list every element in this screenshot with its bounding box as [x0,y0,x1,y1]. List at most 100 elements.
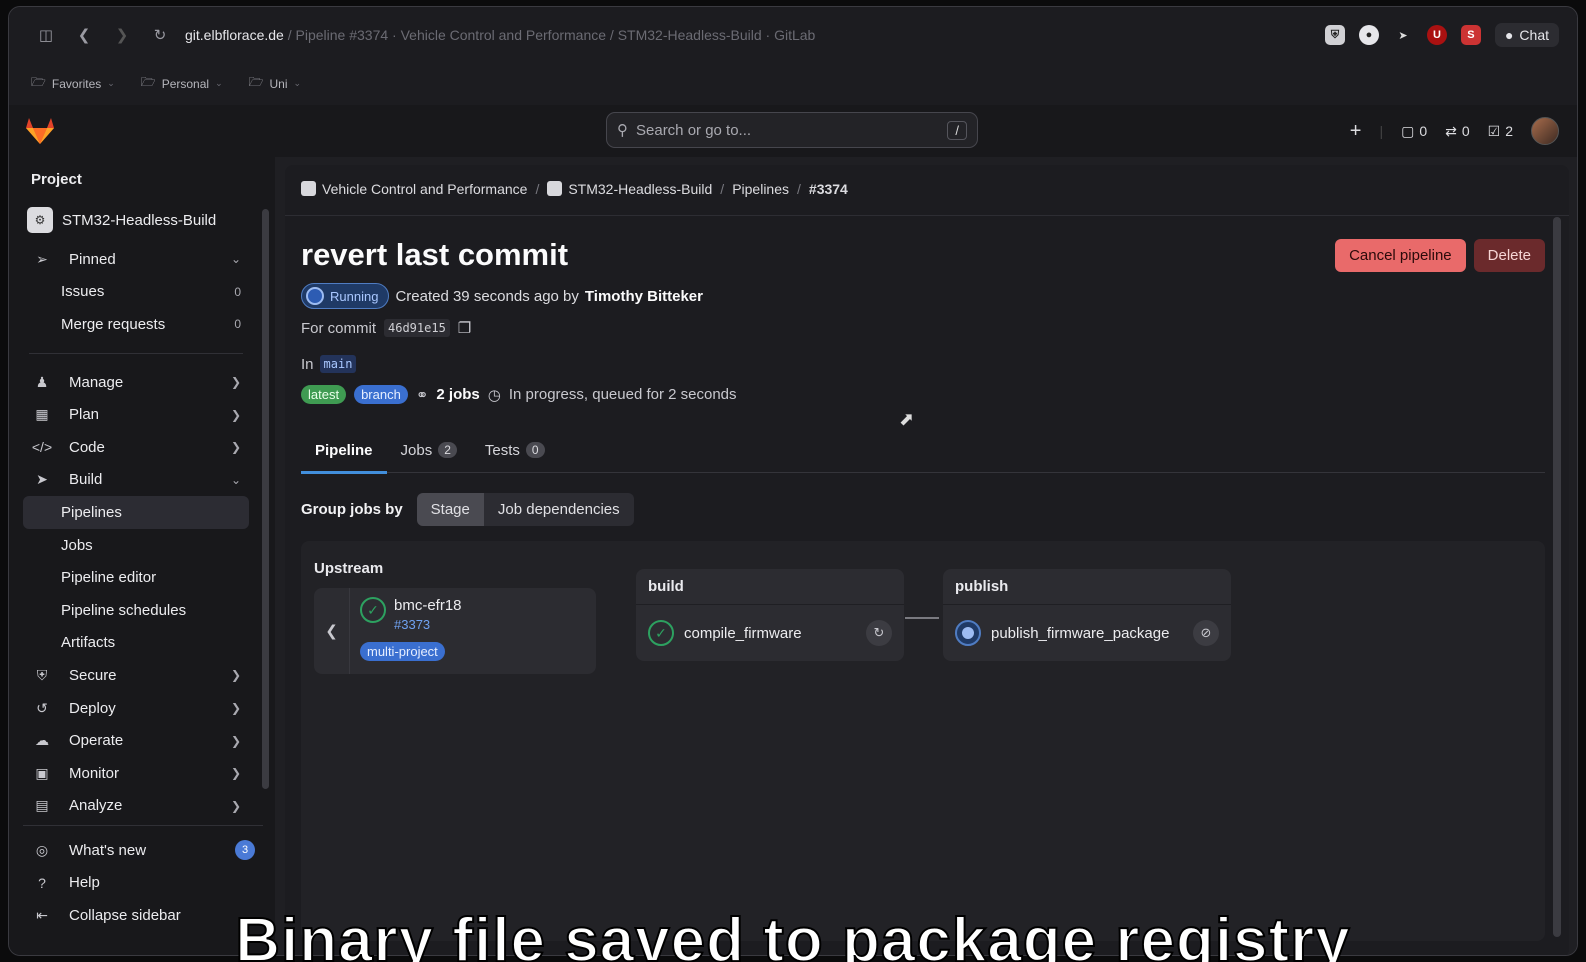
commit-sha[interactable]: 46d91e15 [384,319,450,337]
breadcrumb-pipelines[interactable]: Pipelines [732,181,789,197]
breadcrumb-project[interactable]: STM32-Headless-Build [547,181,712,197]
sidebar-toggle-icon[interactable]: ◫ [27,26,65,44]
breadcrumb-separator: / [535,181,540,197]
s-extension-icon[interactable]: S [1460,25,1481,45]
stage-option[interactable]: Stage [416,493,484,526]
stage-build: build ✓ compile_firmware ↻ [636,569,904,661]
copy-icon[interactable]: ❐ [458,319,471,337]
search-input[interactable]: ⚲ Search or go to... / [606,112,978,148]
sidebar-item-help[interactable]: ? Help [23,867,263,900]
group-avatar-icon [301,181,316,196]
main-scrollbar[interactable] [1553,217,1561,937]
plus-icon[interactable]: + [1350,120,1362,143]
back-icon[interactable]: ❮ [65,26,103,44]
sidebar-item-pipelines[interactable]: Pipelines [23,496,249,529]
bookmark-favorites[interactable]: 🗁 Favorites ⌄ [31,73,115,94]
sidebar-item-code[interactable]: </> Code ❯ [23,431,249,464]
tab-tests[interactable]: Tests 0 [471,427,559,473]
clock-icon: ◷ [487,386,501,404]
rocket-extension-icon[interactable]: ➤ [1393,25,1413,45]
bookmark-personal[interactable]: 🗁 Personal ⌄ [141,73,223,94]
cancel-pipeline-button[interactable]: Cancel pipeline [1335,239,1466,272]
upstream-pipeline-card[interactable]: ❮ ✓ bmc-efr18 #3373 multi-project [314,588,596,674]
circle-extension-icon[interactable]: ● [1358,25,1379,45]
issues-counter[interactable]: ▢ 0 [1401,123,1427,140]
sidebar-item-manage[interactable]: ♟ Manage ❯ [23,366,249,399]
chat-button[interactable]: ● Chat [1494,23,1559,47]
sidebar-item-analyze[interactable]: ▤ Analyze ❯ [23,790,249,823]
chevron-down-icon: ⌄ [230,252,241,267]
merge-requests-counter[interactable]: ⇄ 0 [1445,123,1470,140]
branch-ref[interactable]: main [319,355,357,373]
chat-label: Chat [1519,27,1549,43]
gitlab-logo-icon[interactable] [25,117,55,145]
tab-jobs[interactable]: Jobs 2 [387,427,471,473]
author-link[interactable]: Timothy Bitteker [585,288,703,305]
sidebar-item-monitor[interactable]: ▣ Monitor ❯ [23,757,249,790]
retry-icon[interactable]: ↻ [866,620,892,646]
sidebar-item-label: Secure [69,666,117,684]
delete-button[interactable]: Delete [1473,239,1545,272]
commit-label: For commit [301,319,376,337]
commit-info: For commit 46d91e15 ❐ [301,319,471,337]
main-content: Vehicle Control and Performance / STM32-… [275,157,1577,955]
breadcrumb-separator: / [720,181,725,197]
sidebar-item-label: Pinned [69,250,116,268]
sidebar-scrollbar[interactable] [262,209,269,789]
ublock-extension-icon[interactable]: U [1426,25,1447,45]
breadcrumb-group[interactable]: Vehicle Control and Performance [301,181,527,197]
branch-info: In main [301,355,357,373]
sidebar-item-plan[interactable]: ▦ Plan ❯ [23,398,249,431]
compass-icon: ◎ [35,841,49,858]
sidebar-item-artifacts[interactable]: Artifacts [23,627,249,660]
sidebar-item-label: Deploy [69,699,116,717]
forward-icon[interactable]: ❯ [103,26,141,44]
todo-count: 2 [1505,123,1513,139]
breadcrumb-label: STM32-Headless-Build [568,181,713,197]
breadcrumb: Vehicle Control and Performance / STM32-… [301,181,848,197]
address-bar[interactable]: git.elbflorace.de / Pipeline #3374 · Veh… [185,27,815,43]
created-text: Created 39 seconds ago by [395,287,579,305]
todos-counter[interactable]: ☑ 2 [1488,123,1513,140]
bitwarden-extension-icon[interactable]: ⛨ [1324,25,1345,45]
multi-project-badge: multi-project [360,642,445,661]
whats-new-badge: 3 [235,840,255,861]
tab-pipeline[interactable]: Pipeline [301,427,387,474]
calendar-icon: ▦ [35,406,49,423]
upstream-pipeline-id[interactable]: #3373 [394,617,430,632]
shield-icon: ⛨ [36,666,48,683]
sidebar-item-pipeline-schedules[interactable]: Pipeline schedules [23,594,249,627]
search-icon: ⚲ [617,122,628,139]
avatar[interactable] [1531,117,1559,145]
search-placeholder: Search or go to... [636,121,752,139]
breadcrumb-current[interactable]: #3374 [809,181,848,197]
upstream-project-name[interactable]: bmc-efr18 [394,597,462,614]
sidebar-item-merge-requests[interactable]: Merge requests 0 [23,308,249,341]
status-badge[interactable]: Running [301,283,390,309]
sidebar-item-label: Analyze [69,797,123,815]
chevron-right-icon: ❯ [230,375,241,390]
job-dependencies-option[interactable]: Job dependencies [483,493,634,526]
sidebar-item-deploy[interactable]: ↺ Deploy ❯ [23,692,249,725]
sidebar-item-secure[interactable]: ⛨ Secure ❯ [23,659,249,692]
job-compile-firmware[interactable]: ✓ compile_firmware ↻ [636,605,904,661]
mouse-cursor-icon: ⬈ [899,409,915,429]
sidebar-project[interactable]: ⚙ STM32-Headless-Build [27,207,216,233]
sidebar-item-operate[interactable]: ☁ Operate ❯ [23,724,249,757]
cancel-icon[interactable]: ⊘ [1193,620,1219,646]
bookmark-uni[interactable]: 🗁 Uni ⌄ [249,73,301,94]
sidebar-item-label: What's new [69,841,147,859]
job-publish-firmware-package[interactable]: publish_firmware_package ⊘ [943,605,1231,661]
sidebar-item-whats-new[interactable]: ◎ What's new 3 [23,834,263,867]
browser-window: ◫ ❮ ❯ ↻ git.elbflorace.de / Pipeline #33… [8,6,1578,956]
sidebar-item-pipeline-editor[interactable]: Pipeline editor [23,561,249,594]
sidebar-item-build[interactable]: ➤ Build ⌄ [23,464,249,497]
tab-count: 0 [525,442,545,458]
sidebar-item-jobs[interactable]: Jobs [23,529,249,562]
stage-title: publish [943,569,1231,605]
sidebar-item-issues[interactable]: Issues 0 [23,276,249,309]
reload-icon[interactable]: ↻ [141,26,179,44]
project-avatar-icon [547,181,563,196]
sidebar-item-pinned[interactable]: ➢ Pinned ⌄ [23,243,249,276]
chevron-left-icon[interactable]: ❮ [314,588,350,674]
